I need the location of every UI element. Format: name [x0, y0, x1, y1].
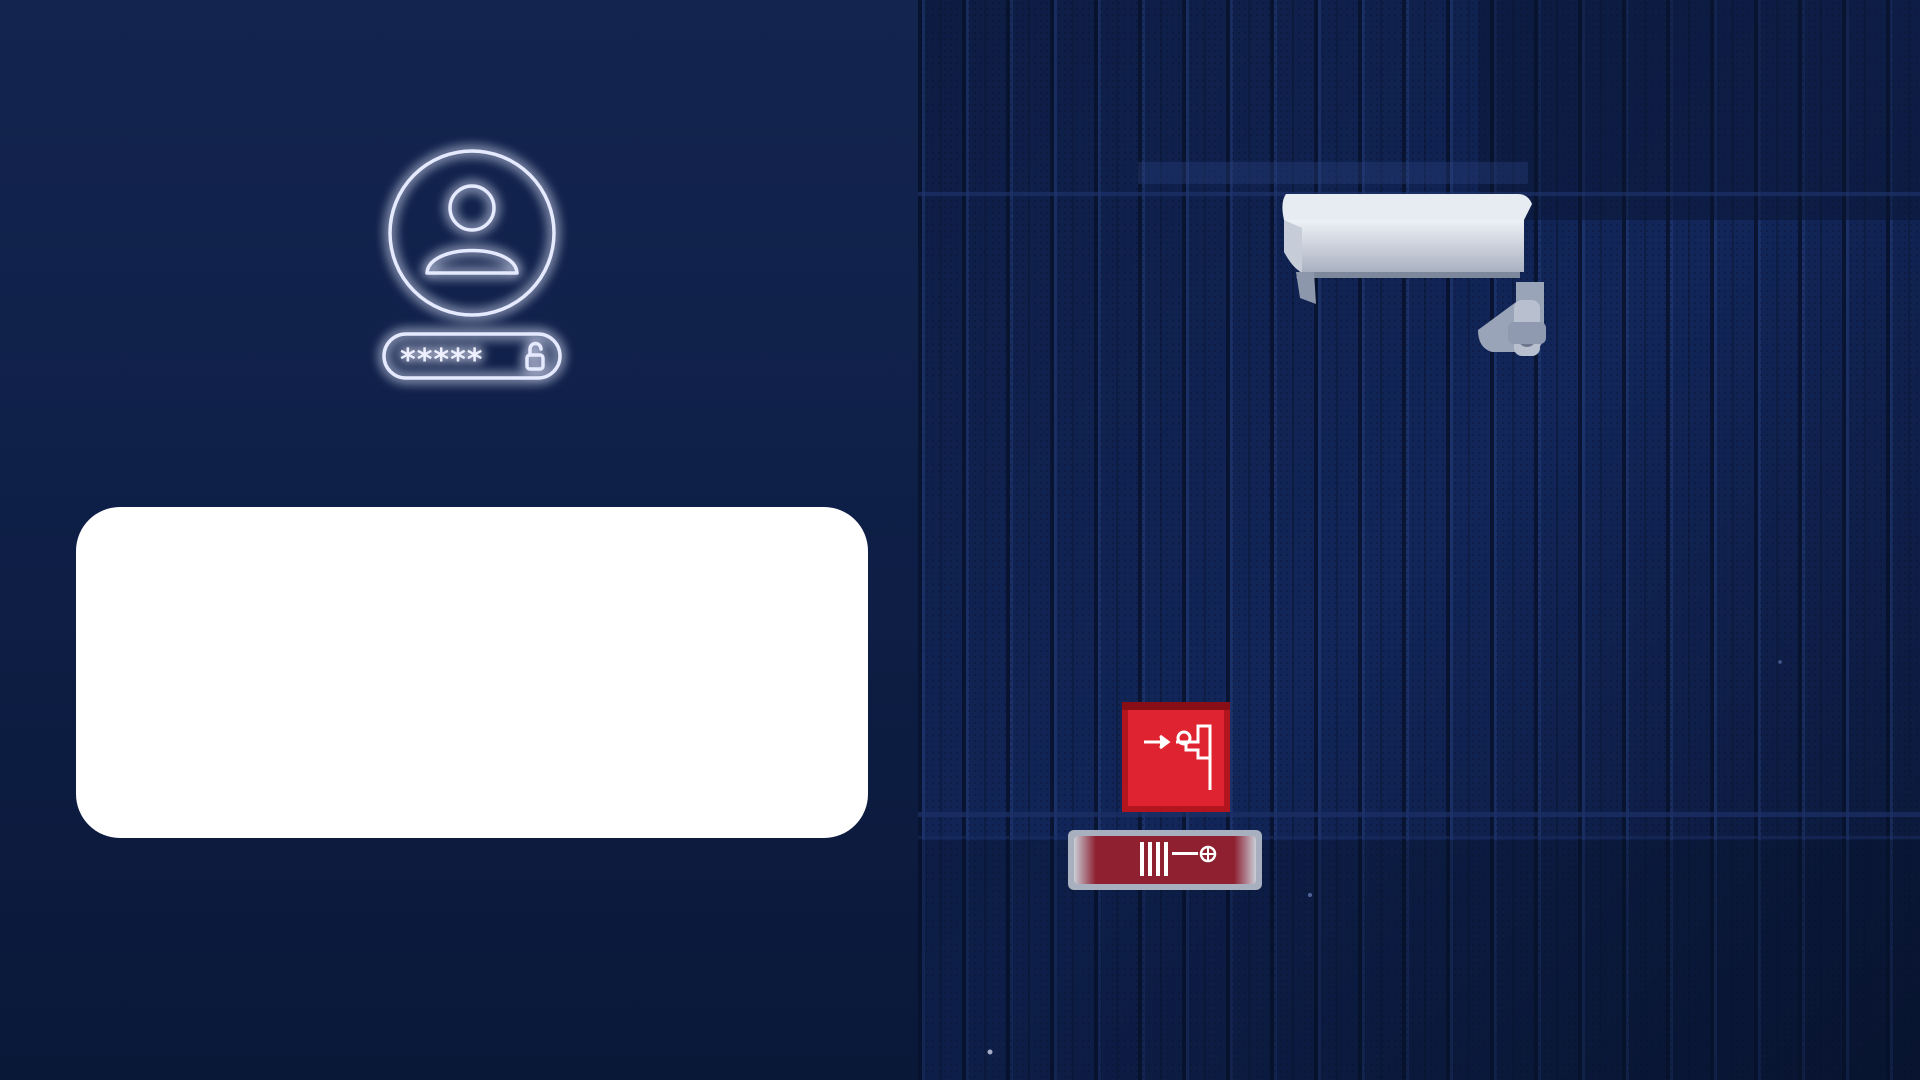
photo-panel: [918, 0, 1920, 1080]
user-circle-icon: [388, 149, 556, 317]
white-card: [76, 507, 868, 838]
photo-scene: [918, 0, 1920, 1080]
page: *****: [0, 0, 1920, 1080]
login-illustration: *****: [372, 148, 572, 388]
left-panel: *****: [0, 0, 918, 1080]
password-mask-text: *****: [400, 343, 483, 378]
fire-alarm-box: [1122, 702, 1230, 812]
unlock-icon: [525, 341, 545, 371]
fire-hose-sign: [1068, 830, 1262, 890]
